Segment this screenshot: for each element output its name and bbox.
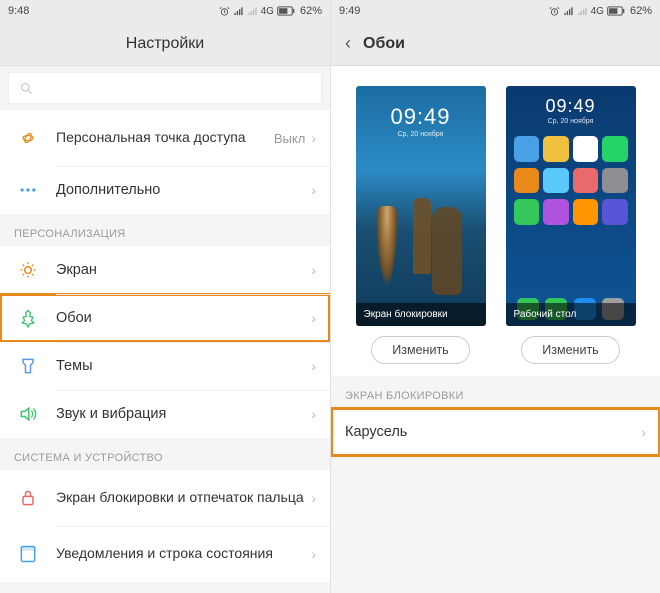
hotspot-icon (14, 124, 42, 152)
wallpaper-icon (14, 304, 42, 332)
app-icon (543, 168, 569, 194)
chevron-right-icon: › (311, 406, 316, 422)
change-homescreen-button[interactable]: Изменить (521, 336, 619, 364)
app-icon (514, 136, 540, 162)
sound-icon (14, 400, 42, 428)
row-lockscreen[interactable]: Экран блокировки и отпечаток пальца › (0, 470, 330, 526)
header: Настройки (0, 22, 330, 66)
search-icon (19, 81, 34, 96)
chevron-right-icon: › (311, 546, 316, 562)
row-label: Карусель (345, 423, 641, 441)
more-icon (14, 176, 42, 204)
row-themes[interactable]: Темы › (0, 342, 330, 390)
status-time: 9:48 (8, 5, 29, 17)
alarm-icon (549, 6, 560, 17)
chevron-right-icon: › (311, 130, 316, 146)
status-bar: 9:49 4G 62% (331, 0, 660, 22)
lockscreen-preview[interactable]: 09:49 Ср, 20 ноября Экран блокировки (356, 86, 486, 326)
section-personalization: ПЕРСОНАЛИЗАЦИЯ (0, 214, 330, 246)
header-title: Обои (363, 35, 405, 53)
status-bar: 9:48 4G 62% (0, 0, 330, 22)
section-system: СИСТЕМА И УСТРОЙСТВО (0, 438, 330, 470)
wallpaper-previews: 09:49 Ср, 20 ноября Экран блокировки Изм… (331, 66, 660, 376)
signal-icon-2 (247, 6, 258, 17)
row-label: Уведомления и строка состояния (56, 545, 311, 563)
app-icon (514, 168, 540, 194)
app-icon (573, 168, 599, 194)
network-label: 4G (261, 6, 274, 17)
header: ‹ Обои (331, 22, 660, 66)
row-value: Выкл (274, 131, 305, 146)
homescreen-caption: Рабочий стол (506, 303, 636, 326)
app-icon (602, 136, 628, 162)
lock-clock: 09:49 Ср, 20 ноября (356, 104, 486, 138)
search-input[interactable] (8, 72, 322, 104)
home-clock: 09:49 Ср, 20 ноября (506, 96, 636, 125)
chevron-right-icon: › (311, 358, 316, 374)
chevron-right-icon: › (311, 310, 316, 326)
row-label: Экран (56, 261, 311, 279)
app-icon (514, 199, 540, 225)
row-notifications[interactable]: Уведомления и строка состояния › (0, 526, 330, 582)
battery-icon (277, 6, 295, 16)
notifications-icon (14, 540, 42, 568)
app-icon (543, 199, 569, 225)
section-lockscreen: ЭКРАН БЛОКИРОВКИ (331, 376, 660, 408)
row-more[interactable]: Дополнительно › (0, 166, 330, 214)
phone-settings: 9:48 4G 62% Настройки Персональная точка… (0, 0, 330, 593)
row-carousel[interactable]: Карусель › (331, 408, 660, 456)
app-grid: ▶ (514, 136, 628, 225)
app-icon (543, 136, 569, 162)
battery-pct: 62% (630, 5, 652, 17)
change-lockscreen-button[interactable]: Изменить (371, 336, 469, 364)
phone-wallpaper: 9:49 4G 62% ‹ Обои 09:49 Ср, 20 ноября Э… (330, 0, 660, 593)
row-label: Звук и вибрация (56, 405, 311, 423)
display-icon (14, 256, 42, 284)
row-label: Темы (56, 357, 311, 375)
chevron-right-icon: › (311, 182, 316, 198)
row-label: Экран блокировки и отпечаток пальца (56, 489, 311, 507)
app-icon (573, 199, 599, 225)
row-hotspot[interactable]: Персональная точка доступа Выкл › (0, 110, 330, 166)
header-title: Настройки (126, 35, 204, 53)
battery-pct: 62% (300, 5, 322, 17)
chevron-right-icon: › (311, 262, 316, 278)
row-sound[interactable]: Звук и вибрация › (0, 390, 330, 438)
row-label: Дополнительно (56, 181, 311, 199)
app-icon (602, 168, 628, 194)
status-icons: 4G 62% (219, 5, 322, 17)
signal-icon (233, 6, 244, 17)
back-button[interactable]: ‹ (345, 33, 351, 54)
themes-icon (14, 352, 42, 380)
signal-icon-2 (577, 6, 588, 17)
chevron-right-icon: › (311, 490, 316, 506)
app-icon (602, 199, 628, 225)
status-icons: 4G 62% (549, 5, 652, 17)
alarm-icon (219, 6, 230, 17)
lockscreen-caption: Экран блокировки (356, 303, 486, 326)
row-label: Обои (56, 309, 311, 327)
lock-icon (14, 484, 42, 512)
row-label: Персональная точка доступа (56, 129, 274, 147)
app-icon: ▶ (573, 136, 599, 162)
signal-icon (563, 6, 574, 17)
status-time: 9:49 (339, 5, 360, 17)
chevron-right-icon: › (641, 424, 646, 440)
battery-icon (607, 6, 625, 16)
homescreen-preview[interactable]: 09:49 Ср, 20 ноября ▶ (506, 86, 636, 326)
network-label: 4G (591, 6, 604, 17)
row-display[interactable]: Экран › (0, 246, 330, 294)
row-wallpaper[interactable]: Обои › (0, 294, 330, 342)
